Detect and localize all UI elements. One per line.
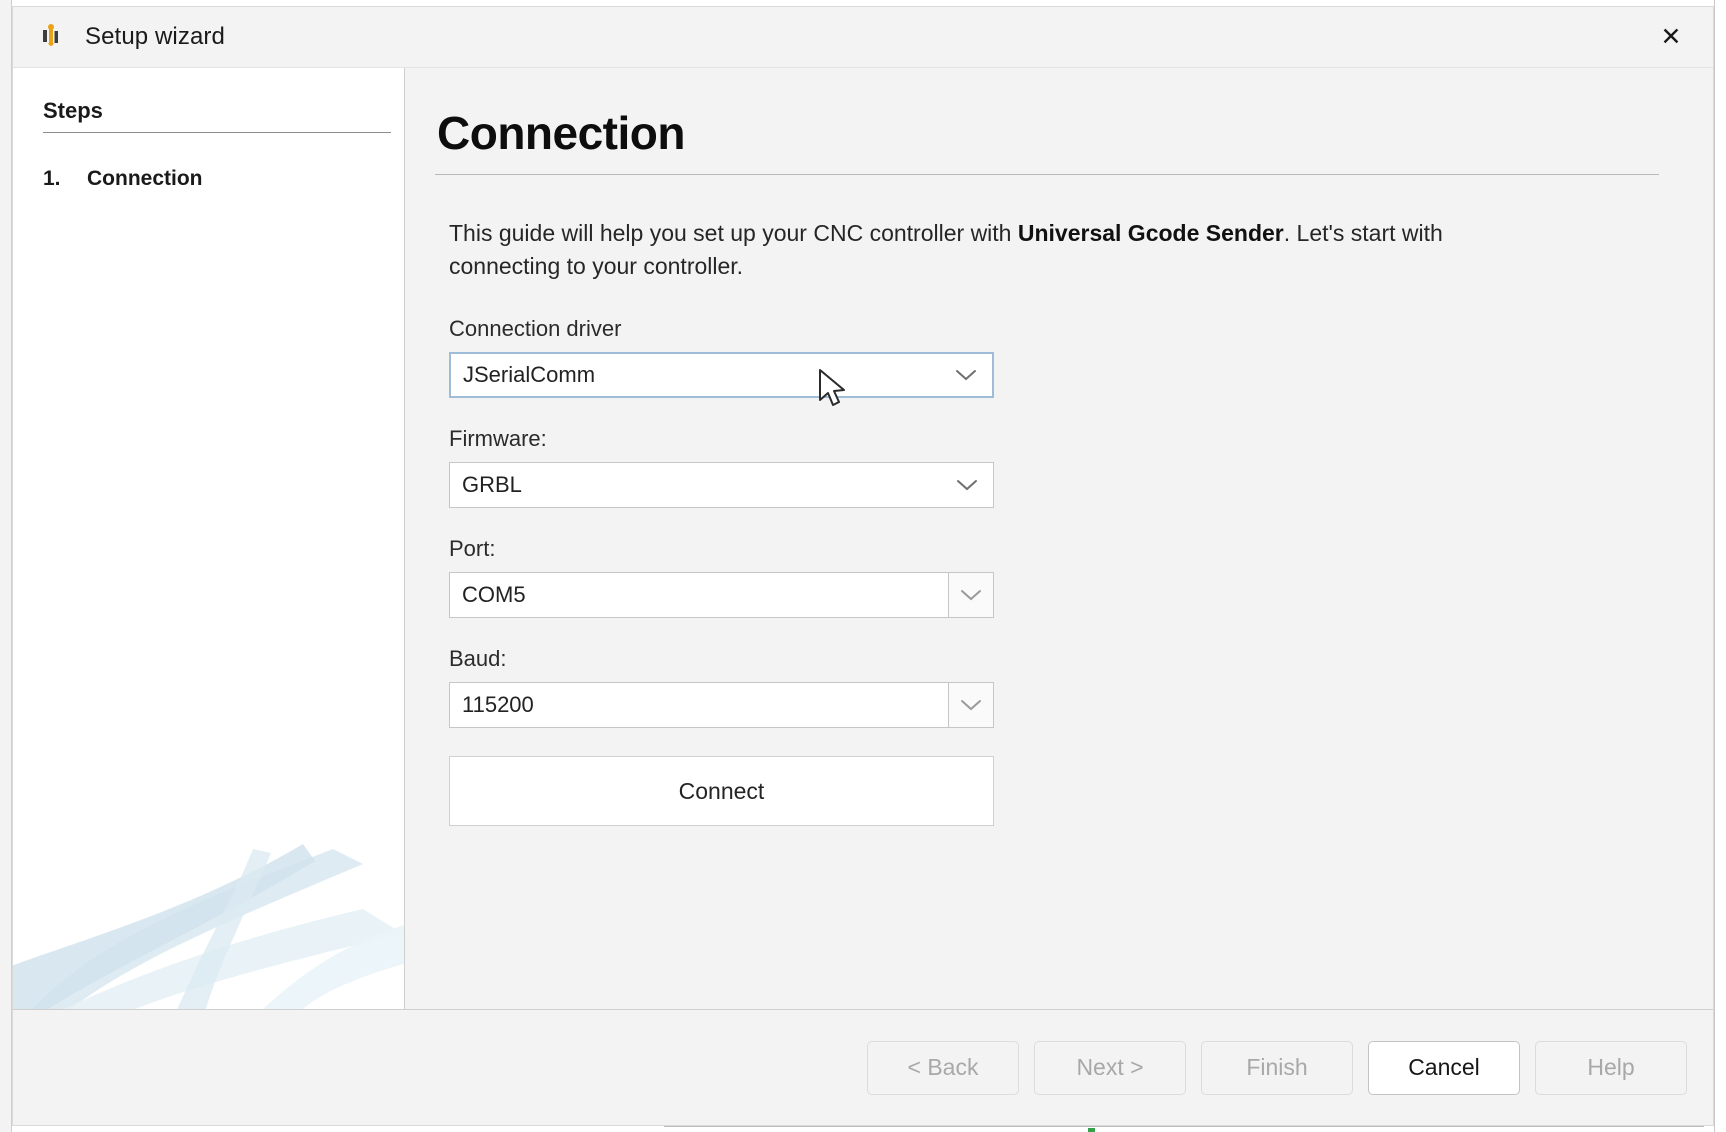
close-icon[interactable]: ✕ xyxy=(1643,14,1699,60)
baud-value[interactable]: 115200 xyxy=(449,682,948,728)
app-background-right-divider xyxy=(1714,0,1715,1132)
next-button[interactable]: Next > xyxy=(1034,1041,1186,1095)
mouse-cursor xyxy=(818,368,852,412)
baud-label: Baud: xyxy=(449,646,1683,672)
step-label: Connection xyxy=(87,167,203,191)
wizard-body: Steps 1. Connection Connection This guid… xyxy=(13,67,1713,1009)
wizard-footer: < Back Next > Finish Cancel Help xyxy=(13,1009,1713,1125)
steps-heading: Steps xyxy=(43,98,391,133)
finish-button[interactable]: Finish xyxy=(1201,1041,1353,1095)
back-button[interactable]: < Back xyxy=(867,1041,1019,1095)
chevron-down-icon xyxy=(940,368,992,382)
steps-sidebar: Steps 1. Connection xyxy=(13,68,405,1009)
port-select[interactable]: COM5 xyxy=(449,572,994,618)
chevron-down-icon[interactable] xyxy=(948,572,994,618)
page-title: Connection xyxy=(435,106,1683,160)
firmware-select[interactable]: GRBL xyxy=(449,462,994,508)
app-background-right-edge xyxy=(1714,0,1726,1132)
connection-driver-select[interactable]: JSerialComm xyxy=(449,352,994,398)
intro-paragraph: This guide will help you set up your CNC… xyxy=(449,217,1499,282)
step-number: 1. xyxy=(43,167,87,191)
title-divider xyxy=(435,174,1659,175)
chevron-down-icon[interactable] xyxy=(948,682,994,728)
app-background-left-edge xyxy=(0,0,12,1132)
help-button[interactable]: Help xyxy=(1535,1041,1687,1095)
dialog-title: Setup wizard xyxy=(85,23,1643,51)
dialog-titlebar: Setup wizard ✕ xyxy=(13,7,1713,67)
decorative-swoosh-graphic xyxy=(13,789,405,1009)
connection-driver-value: JSerialComm xyxy=(451,362,940,388)
app-background-status-indicator xyxy=(1088,1128,1095,1132)
sidebar-item-connection[interactable]: 1. Connection xyxy=(43,167,380,191)
wizard-content-pane: Connection This guide will help you set … xyxy=(405,68,1713,1009)
intro-product-name: Universal Gcode Sender xyxy=(1018,220,1284,246)
firmware-value: GRBL xyxy=(450,472,941,498)
baud-select[interactable]: 115200 xyxy=(449,682,994,728)
chevron-down-icon xyxy=(941,478,993,492)
connect-button[interactable]: Connect xyxy=(449,756,994,826)
app-background-bottom-strip xyxy=(664,1126,1704,1132)
cancel-button[interactable]: Cancel xyxy=(1368,1041,1520,1095)
port-value[interactable]: COM5 xyxy=(449,572,948,618)
connection-driver-label: Connection driver xyxy=(449,316,1683,342)
setup-wizard-dialog: Setup wizard ✕ Steps 1. Connection Conne… xyxy=(12,6,1714,1126)
port-label: Port: xyxy=(449,536,1683,562)
ugs-logo-icon xyxy=(37,22,67,52)
intro-text-part1: This guide will help you set up your CNC… xyxy=(449,220,1018,246)
firmware-label: Firmware: xyxy=(449,426,1683,452)
